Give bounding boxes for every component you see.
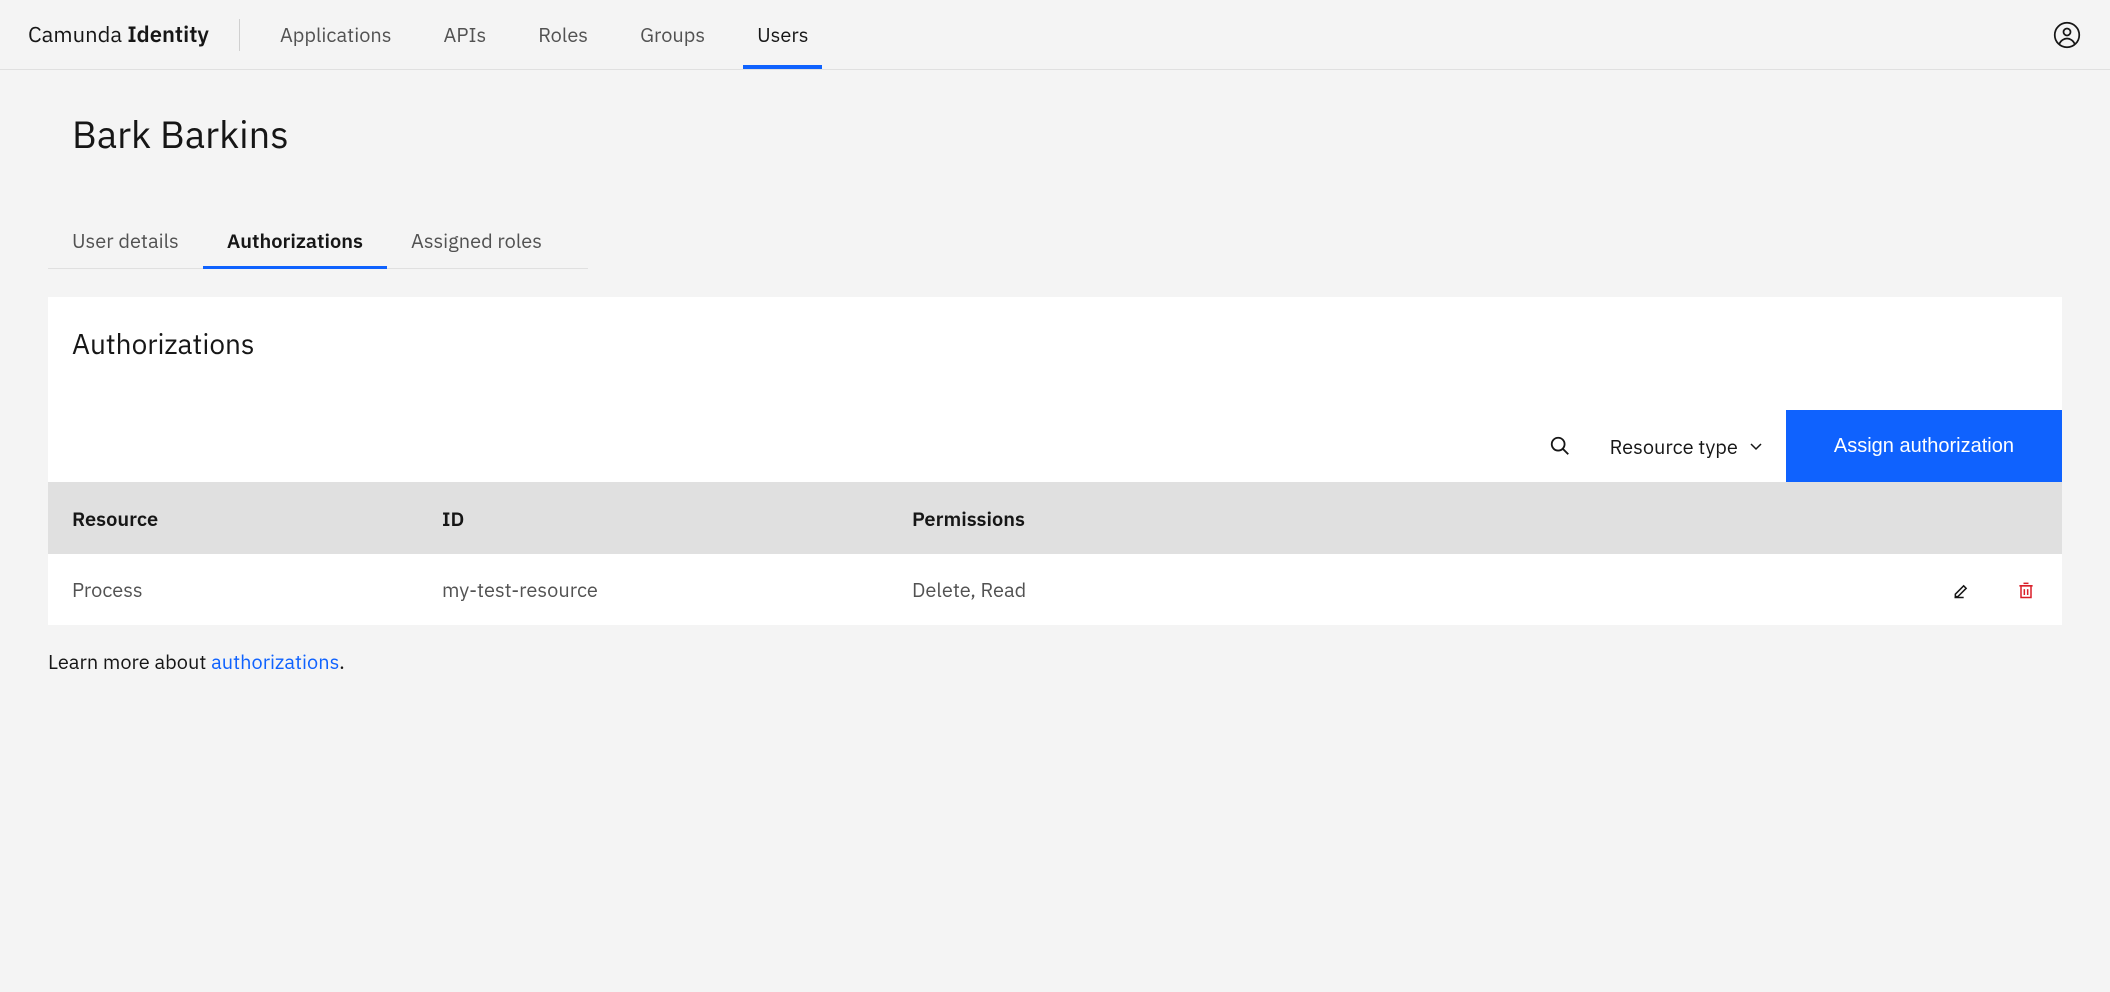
top-nav-item-groups[interactable]: Groups <box>614 0 731 69</box>
brand: Camunda Identity <box>28 20 239 49</box>
brand-prefix: Camunda <box>28 20 127 49</box>
app-header: Camunda Identity ApplicationsAPIsRolesGr… <box>0 0 2110 70</box>
header-id: ID <box>442 505 912 532</box>
delete-button[interactable] <box>2014 578 2038 602</box>
top-nav-item-roles[interactable]: Roles <box>512 0 614 69</box>
card-toolbar: Resource type Assign authorization <box>48 410 2062 482</box>
search-icon <box>1549 435 1571 457</box>
assign-authorization-button[interactable]: Assign authorization <box>1786 410 2062 482</box>
sub-tab-assigned-roles[interactable]: Assigned roles <box>387 215 566 268</box>
authorizations-card: Authorizations Resource type Assign auth… <box>48 297 2062 626</box>
edit-icon <box>1952 580 1972 600</box>
top-nav-item-applications[interactable]: Applications <box>254 0 418 69</box>
page-title: Bark Barkins <box>72 110 2062 159</box>
trash-icon <box>2016 580 2036 600</box>
assign-label: Assign authorization <box>1834 435 2014 458</box>
learn-more: Learn more about authorizations. <box>48 648 2062 675</box>
table-row: Processmy-test-resourceDelete, Read <box>48 554 2062 626</box>
main-content: Bark Barkins User detailsAuthorizationsA… <box>0 70 2110 715</box>
header-divider <box>239 19 240 51</box>
edit-button[interactable] <box>1950 578 1974 602</box>
table-header: Resource ID Permissions <box>48 482 2062 554</box>
cell-permissions: Delete, Read <box>912 576 1898 603</box>
top-nav-item-users[interactable]: Users <box>731 0 834 69</box>
cell-resource: Process <box>72 576 442 603</box>
authorizations-link[interactable]: authorizations <box>211 648 339 675</box>
header-resource: Resource <box>72 505 442 532</box>
card-title: Authorizations <box>48 297 2062 410</box>
sub-tab-user-details[interactable]: User details <box>48 215 203 268</box>
top-nav-item-apis[interactable]: APIs <box>418 0 513 69</box>
filter-label: Resource type <box>1610 433 1738 460</box>
brand-name: Identity <box>127 20 209 49</box>
top-nav: ApplicationsAPIsRolesGroupsUsers <box>254 0 835 69</box>
resource-type-filter[interactable]: Resource type <box>1588 410 1786 482</box>
search-button[interactable] <box>1532 410 1588 482</box>
cell-id: my-test-resource <box>442 576 912 603</box>
cell-actions <box>1898 578 2038 602</box>
header-permissions: Permissions <box>912 505 1898 532</box>
chevron-down-icon <box>1748 438 1764 454</box>
user-icon <box>2053 21 2081 49</box>
learn-more-tail: . <box>339 648 344 675</box>
sub-tabs: User detailsAuthorizationsAssigned roles <box>48 215 588 269</box>
table-body: Processmy-test-resourceDelete, Read <box>48 554 2062 626</box>
learn-more-lead: Learn more about <box>48 648 211 675</box>
user-avatar-button[interactable] <box>2052 20 2082 50</box>
sub-tab-authorizations[interactable]: Authorizations <box>203 215 387 268</box>
